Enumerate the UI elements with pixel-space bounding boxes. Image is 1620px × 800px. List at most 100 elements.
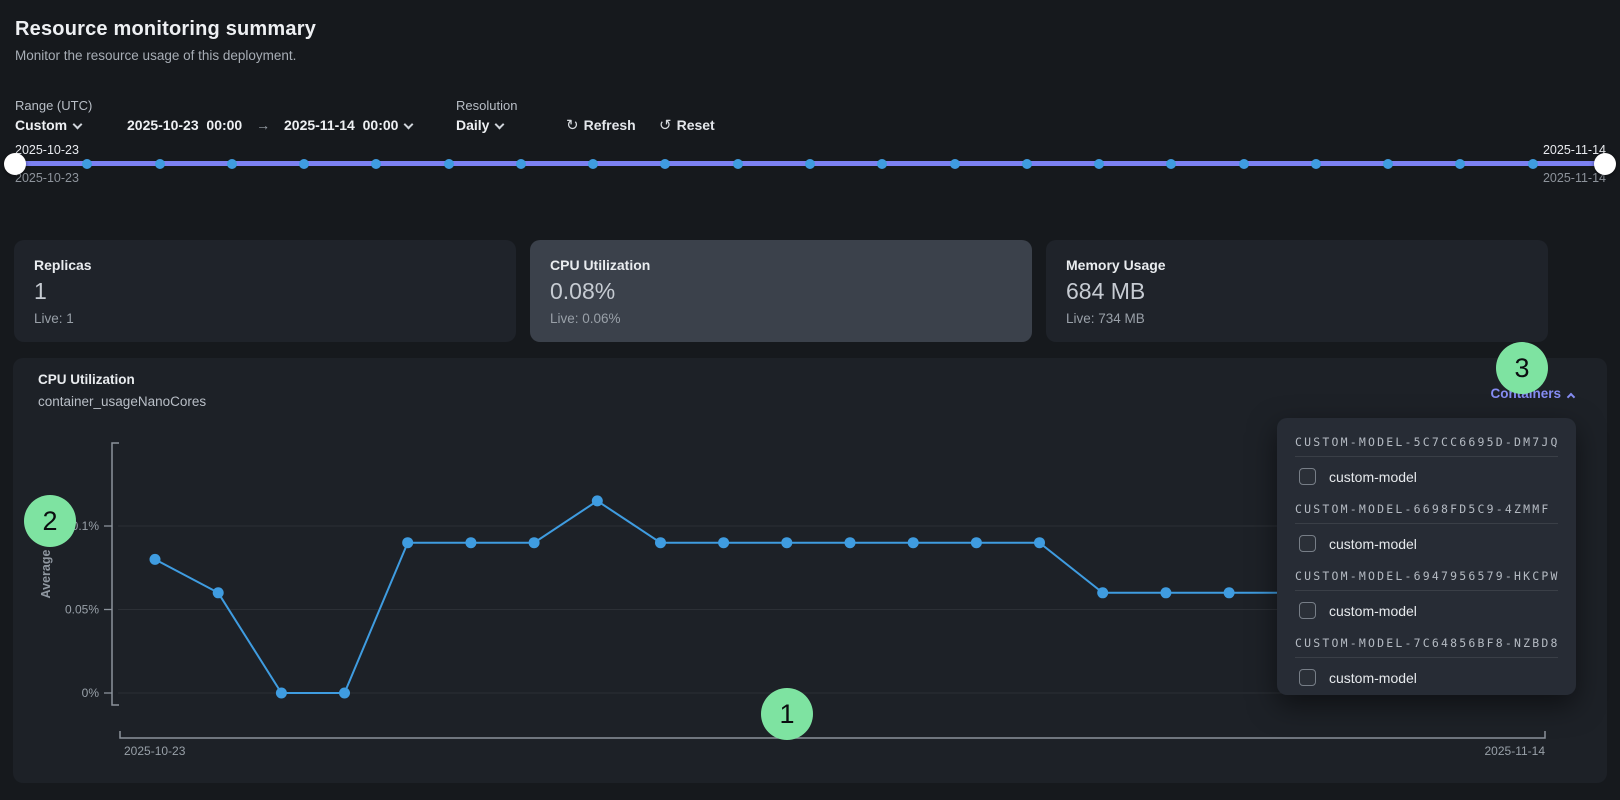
range-utc-label: Range (UTC)	[15, 98, 92, 113]
chart-data-point[interactable]	[908, 537, 919, 548]
chart-data-point[interactable]	[529, 537, 540, 548]
stat-label: Replicas	[34, 257, 496, 273]
range-preset-dropdown[interactable]: Custom	[15, 117, 81, 133]
chart-data-point[interactable]	[276, 688, 287, 699]
container-checkbox[interactable]	[1299, 535, 1316, 552]
slider-day-dot[interactable]	[588, 159, 598, 169]
slider-day-dot[interactable]	[1311, 159, 1321, 169]
chart-data-point[interactable]	[339, 688, 350, 699]
slider-day-dot[interactable]	[877, 159, 887, 169]
reset-icon: ↺	[659, 117, 672, 134]
stat-live: Live: 1	[34, 311, 496, 326]
chart-data-point[interactable]	[1160, 587, 1171, 598]
container-row[interactable]: custom-model	[1295, 669, 1558, 686]
container-checkbox[interactable]	[1299, 669, 1316, 686]
container-row[interactable]: custom-model	[1295, 602, 1558, 619]
container-name: custom-model	[1329, 536, 1417, 552]
chart-data-point[interactable]	[465, 537, 476, 548]
chart-data-point[interactable]	[845, 537, 856, 548]
slider-day-dot[interactable]	[1455, 159, 1465, 169]
reset-button[interactable]: ↺Reset	[659, 116, 715, 134]
slider-handle-start[interactable]	[4, 153, 26, 175]
slider-day-dot[interactable]	[1239, 159, 1249, 169]
container-row[interactable]: custom-model	[1295, 468, 1558, 485]
container-checkbox[interactable]	[1299, 468, 1316, 485]
resolution-value: Daily	[456, 117, 489, 133]
stat-live: Live: 734 MB	[1066, 311, 1528, 326]
chevron-down-icon	[404, 120, 414, 130]
container-group: CUSTOM-MODEL-5C7CC6695D-DM7JQ custom-mode…	[1295, 431, 1558, 485]
container-group: CUSTOM-MODEL-7C64856BF8-NZBD8 custom-mode…	[1295, 632, 1558, 686]
date-range-slider[interactable]	[15, 161, 1605, 166]
slider-day-dot[interactable]	[1383, 159, 1393, 169]
container-name: custom-model	[1329, 469, 1417, 485]
slider-day-dot[interactable]	[1166, 159, 1176, 169]
chart-data-point[interactable]	[781, 537, 792, 548]
resource-monitoring-page: Resource monitoring summary Monitor the …	[0, 0, 1620, 800]
stat-card-replicas[interactable]: Replicas 1 Live: 1	[14, 240, 516, 342]
containers-dropdown-panel: CUSTOM-MODEL-5C7CC6695D-DM7JQ custom-mode…	[1277, 418, 1576, 695]
resolution-label: Resolution	[456, 98, 517, 113]
slider-day-dot[interactable]	[371, 159, 381, 169]
container-group-header: CUSTOM-MODEL-7C64856BF8-NZBD8	[1295, 632, 1558, 658]
slider-handle-end[interactable]	[1594, 153, 1616, 175]
slider-day-dot[interactable]	[660, 159, 670, 169]
page-subtitle: Monitor the resource usage of this deplo…	[15, 48, 296, 63]
chart-data-point[interactable]	[971, 537, 982, 548]
slider-day-dot[interactable]	[227, 159, 237, 169]
svg-text:2025-11-14: 2025-11-14	[1485, 744, 1546, 758]
chevron-down-icon	[73, 120, 83, 130]
container-row[interactable]: custom-model	[1295, 535, 1558, 552]
slider-day-dot[interactable]	[1528, 159, 1538, 169]
range-start-time: 00:00	[206, 117, 242, 133]
container-name: custom-model	[1329, 670, 1417, 686]
chart-data-point[interactable]	[1097, 587, 1108, 598]
date-range-picker[interactable]: 2025-10-23 00:00 → 2025-11-14 00:00	[127, 117, 412, 133]
container-name: custom-model	[1329, 603, 1417, 619]
resolution-dropdown[interactable]: Daily	[456, 117, 503, 133]
container-group-header: CUSTOM-MODEL-6947956579-HKCPW	[1295, 565, 1558, 591]
slider-day-dot[interactable]	[1022, 159, 1032, 169]
stat-value: 1	[34, 278, 496, 305]
container-checkbox[interactable]	[1299, 602, 1316, 619]
slider-day-dot[interactable]	[950, 159, 960, 169]
slider-day-dot[interactable]	[299, 159, 309, 169]
stat-card-memory-usage[interactable]: Memory Usage 684 MB Live: 734 MB	[1046, 240, 1548, 342]
slider-day-dot[interactable]	[155, 159, 165, 169]
stat-label: Memory Usage	[1066, 257, 1528, 273]
svg-text:2025-10-23: 2025-10-23	[124, 744, 186, 758]
chart-data-point[interactable]	[213, 587, 224, 598]
container-group: CUSTOM-MODEL-6698FD5C9-4ZMMFcustom-model	[1295, 498, 1558, 552]
chart-data-point[interactable]	[1034, 537, 1045, 548]
stat-value: 684 MB	[1066, 278, 1528, 305]
annotation-badge-3: 3	[1496, 342, 1548, 394]
refresh-icon: ↻	[566, 117, 579, 134]
chart-data-point[interactable]	[592, 495, 603, 506]
chart-data-point[interactable]	[655, 537, 666, 548]
annotation-badge-2: 2	[24, 495, 76, 547]
slider-start-sublabel: 2025-10-23	[15, 171, 79, 185]
slider-day-dot[interactable]	[1094, 159, 1104, 169]
page-title: Resource monitoring summary	[15, 18, 316, 41]
slider-day-dot[interactable]	[733, 159, 743, 169]
slider-day-dot[interactable]	[805, 159, 815, 169]
slider-day-dot[interactable]	[516, 159, 526, 169]
slider-day-dot[interactable]	[82, 159, 92, 169]
range-end-date: 2025-11-14	[284, 117, 355, 133]
stat-live: Live: 0.06%	[550, 311, 1012, 326]
refresh-button[interactable]: ↻Refresh	[566, 116, 636, 134]
chart-data-point[interactable]	[718, 537, 729, 548]
container-group-header: CUSTOM-MODEL-5C7CC6695D-DM7JQ	[1295, 431, 1558, 457]
range-arrow-icon: →	[246, 117, 280, 133]
slider-end-sublabel: 2025-11-14	[1543, 171, 1606, 185]
container-group: CUSTOM-MODEL-6947956579-HKCPW custom-mode…	[1295, 565, 1558, 619]
range-start-date: 2025-10-23	[127, 117, 199, 133]
slider-end-label: 2025-11-14	[1543, 143, 1606, 157]
chevron-down-icon	[495, 120, 505, 130]
svg-text:0%: 0%	[82, 686, 100, 700]
chart-data-point[interactable]	[1224, 587, 1235, 598]
slider-day-dot[interactable]	[444, 159, 454, 169]
chart-data-point[interactable]	[402, 537, 413, 548]
chart-data-point[interactable]	[150, 554, 161, 565]
stat-card-cpu-utilization[interactable]: CPU Utilization 0.08% Live: 0.06%	[530, 240, 1032, 342]
